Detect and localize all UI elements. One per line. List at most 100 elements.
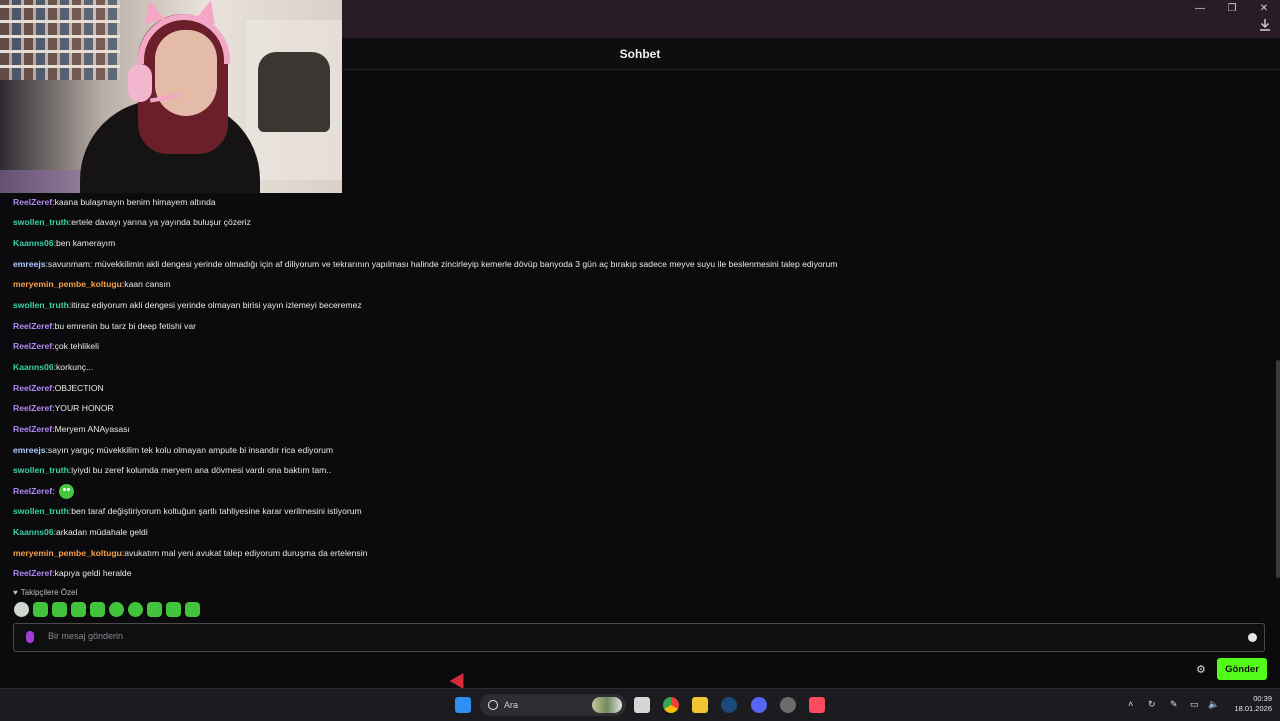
- chat-message: Kaanns06: arkadan müdahale geldi: [13, 522, 1263, 543]
- gear-icon[interactable]: ⚙: [1196, 663, 1206, 676]
- chat-username[interactable]: Kaanns06: [13, 526, 54, 539]
- chat-input-placeholder: Bir mesaj gönderin: [48, 631, 124, 641]
- chat-text: OBJECTION: [54, 382, 104, 393]
- emote-2[interactable]: [33, 602, 48, 617]
- chat-message: ReelZeref: bu emrenin bu tarz bi deep fe…: [13, 316, 1263, 337]
- chat-text: çok tehlikeli: [54, 341, 99, 352]
- task-view-icon[interactable]: [634, 697, 650, 713]
- emote-9[interactable]: [166, 602, 181, 617]
- chat-message: ReelZeref: YOUR HONOR: [13, 398, 1263, 419]
- chat-message: swollen_truth: ertele davayı yarına ya y…: [13, 213, 1263, 234]
- taskbar: Ara ˄ ↻ ✎ ▭ 🔈 00:39 18.01.2026: [0, 688, 1280, 721]
- chat-username[interactable]: ReelZeref: [13, 402, 52, 415]
- hanging-coat: [258, 52, 330, 132]
- file-explorer-icon[interactable]: [692, 697, 708, 713]
- chat-username[interactable]: emreejs: [13, 444, 46, 457]
- chat-username[interactable]: Kaanns06: [13, 237, 54, 250]
- system-clock[interactable]: 00:39 18.01.2026: [1228, 694, 1272, 714]
- wall-posters-grid: [0, 0, 120, 80]
- chat-username[interactable]: swollen_truth: [13, 216, 69, 229]
- chat-username[interactable]: swollen_truth: [13, 299, 69, 312]
- display-icon[interactable]: ▭: [1190, 699, 1199, 710]
- chat-text: kaan cansın: [124, 279, 171, 290]
- chat-text: avukatım mal yeni avukat talep ediyorum …: [124, 547, 368, 558]
- app-icon[interactable]: [780, 697, 796, 713]
- sync-icon[interactable]: ↻: [1148, 699, 1156, 710]
- chat-text: bu emrenin bu tarz bi deep fetishi var: [54, 320, 196, 331]
- chat-scrollbar[interactable]: [1276, 360, 1280, 578]
- chat-username[interactable]: Kaanns06: [13, 361, 54, 374]
- chat-text: kapıya geldi heralde: [54, 568, 132, 579]
- chat-text: YOUR HONOR: [54, 403, 114, 414]
- chat-username[interactable]: meryemin_pembe_koltugu: [13, 278, 122, 291]
- chat-text: itiraz ediyorum akli dengesi yerinde olm…: [71, 300, 362, 311]
- emote-5[interactable]: [90, 602, 105, 617]
- chat-username[interactable]: swollen_truth: [13, 464, 69, 477]
- chat-message: meryemin_pembe_koltugu: avukatım mal yen…: [13, 543, 1263, 564]
- chat-message: ReelZeref: kapıya geldi heralde: [13, 564, 1263, 585]
- followers-only-label: Takipçilere Özel: [20, 588, 78, 597]
- emote-4[interactable]: [71, 602, 86, 617]
- chat-message: swollen_truth: iyiydi bu zeref kolumda m…: [13, 460, 1263, 481]
- steam-icon[interactable]: [721, 697, 737, 713]
- chat-text: savunmam: müvekkilimin akli dengesi yeri…: [47, 258, 838, 269]
- search-icon: [488, 700, 498, 710]
- chat-message: ReelZeref: OBJECTION: [13, 378, 1263, 399]
- clock-date: 18.01.2026: [1234, 704, 1272, 713]
- chat-text: ben kamerayım: [56, 238, 116, 249]
- chat-messages: ReelZeref: kaana bulaşmayın benim himaye…: [13, 192, 1263, 584]
- followers-only-indicator: ♥ Takipçilere Özel: [13, 588, 77, 597]
- chat-text: sayın yargıç müvekkilim tek kolu olmayan…: [47, 444, 334, 455]
- minimize-button[interactable]: —: [1184, 0, 1216, 16]
- send-button[interactable]: Gönder: [1217, 658, 1267, 680]
- maximize-button[interactable]: ❐: [1216, 0, 1248, 16]
- chat-message: meryemin_pembe_koltugu: kaan cansın: [13, 275, 1263, 296]
- chat-message: swollen_truth: ben taraf değiştiriyorum …: [13, 502, 1263, 523]
- chevron-up-icon[interactable]: ˄: [1128, 699, 1133, 709]
- emote-1[interactable]: [14, 602, 29, 617]
- emote-7[interactable]: [128, 602, 143, 617]
- emote-3[interactable]: [52, 602, 67, 617]
- taskbar-search[interactable]: Ara: [480, 694, 626, 716]
- window-controls: — ❐ ✕: [1184, 0, 1280, 16]
- chat-username[interactable]: ReelZeref: [13, 382, 52, 395]
- chat-message: ReelZeref:: [13, 481, 1263, 502]
- emoji-icon[interactable]: [1248, 633, 1257, 642]
- emote-bar: [14, 602, 200, 617]
- chat-message: Kaanns06: korkunç...: [13, 357, 1263, 378]
- heart-icon: ♥: [13, 588, 18, 597]
- chat-input[interactable]: Bir mesaj gönderin: [13, 623, 1265, 652]
- chat-username[interactable]: ReelZeref: [13, 320, 52, 333]
- chat-text: kaana bulaşmayın benim himayem altında: [54, 196, 216, 207]
- chat-username[interactable]: ReelZeref: [13, 340, 52, 353]
- chat-username[interactable]: ReelZeref: [13, 485, 52, 498]
- pen-icon[interactable]: ✎: [1170, 699, 1178, 710]
- chat-username[interactable]: ReelZeref: [13, 567, 52, 580]
- chat-username[interactable]: ReelZeref: [13, 196, 52, 209]
- chat-text: arkadan müdahale geldi: [56, 527, 148, 538]
- chat-message: Kaanns06: ben kamerayım: [13, 233, 1263, 254]
- chat-username[interactable]: ReelZeref: [13, 423, 52, 436]
- discord-icon[interactable]: [751, 697, 767, 713]
- chat-text: iyiydi bu zeref kolumda meryem ana dövme…: [71, 465, 332, 476]
- webcam-overlay: [0, 0, 342, 193]
- chat-username[interactable]: meryemin_pembe_koltugu: [13, 547, 122, 560]
- emote-8[interactable]: [147, 602, 162, 617]
- emote-10[interactable]: [185, 602, 200, 617]
- volume-icon[interactable]: 🔈: [1208, 699, 1219, 710]
- clock-time: 00:39: [1253, 694, 1272, 703]
- emote-6[interactable]: [109, 602, 124, 617]
- chat-message: ReelZeref: Meryem ANAyasası: [13, 419, 1263, 440]
- windows-start-icon[interactable]: [455, 697, 471, 713]
- music-icon[interactable]: [809, 697, 825, 713]
- chat-username[interactable]: swollen_truth: [13, 505, 69, 518]
- chat-text: ben taraf değiştiriyorum koltuğun şartlı…: [71, 506, 362, 517]
- microphone-icon[interactable]: [26, 631, 34, 643]
- download-icon[interactable]: [1258, 18, 1274, 34]
- taskbar-search-label: Ara: [504, 700, 519, 710]
- chat-username[interactable]: emreejs: [13, 258, 46, 271]
- close-button[interactable]: ✕: [1248, 0, 1280, 16]
- chat-text: korkunç...: [56, 361, 94, 372]
- chrome-icon[interactable]: [663, 697, 679, 713]
- chat-text: Meryem ANAyasası: [54, 423, 130, 434]
